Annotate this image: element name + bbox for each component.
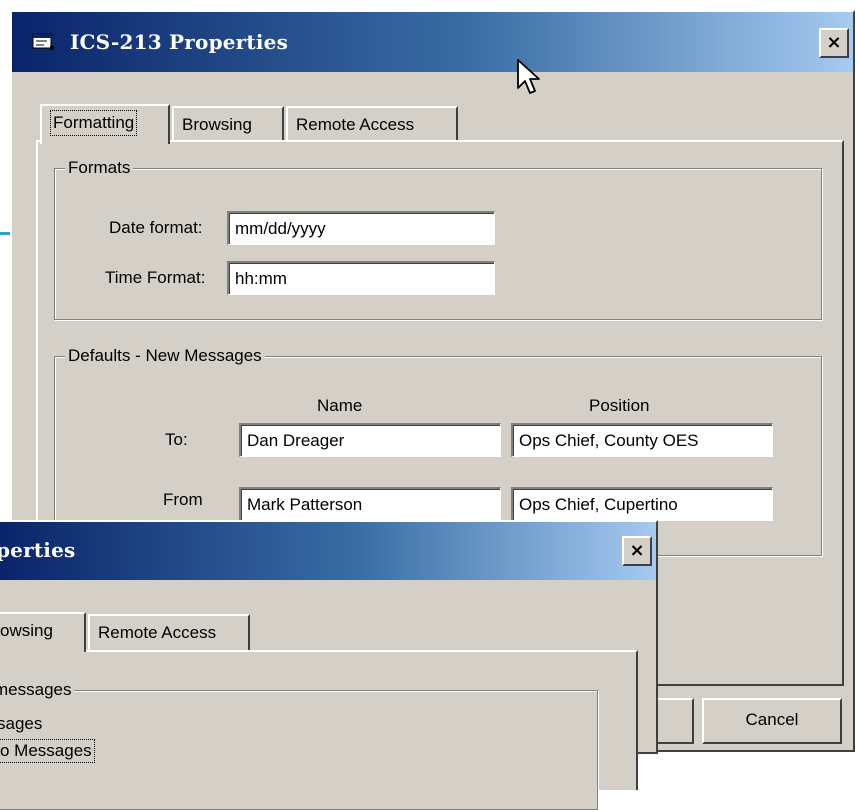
date-format-input[interactable] [227, 211, 495, 245]
time-format-input[interactable] [227, 261, 495, 295]
name-column-header: Name [317, 396, 363, 415]
position-column-header: Position [589, 396, 650, 415]
to-label: To: [165, 430, 188, 449]
from-position-input[interactable] [511, 487, 773, 521]
tab-formatting[interactable]: Formatting [40, 104, 170, 144]
second-tab-browsing-label: owsing [0, 621, 53, 640]
messages-option-1[interactable]: sages [0, 713, 42, 735]
close-icon: × [629, 540, 645, 561]
title-bar[interactable]: ICS-213 Properties × [12, 12, 853, 72]
tab-remote-access-label: Remote Access [296, 115, 415, 134]
messages-group: messages sages o Messages [0, 679, 598, 810]
second-tab-remote-access-label: Remote Access [98, 623, 217, 642]
second-tab-remote-access[interactable]: Remote Access [88, 614, 250, 654]
formats-group-legend: Formats [65, 157, 134, 179]
messages-group-legend: messages [0, 679, 75, 701]
ok-button-partial[interactable] [652, 698, 694, 744]
second-tab-panel: messages sages o Messages [0, 650, 638, 810]
date-format-label: Date format: [109, 218, 203, 237]
second-window-title: perties [0, 538, 76, 562]
cancel-button[interactable]: Cancel [702, 698, 842, 744]
second-tab-browsing[interactable]: owsing [0, 612, 86, 652]
tab-formatting-label: Formatting [50, 110, 138, 136]
second-title-bar[interactable]: perties × [0, 522, 656, 580]
cancel-button-label: Cancel [745, 710, 799, 729]
close-icon: × [826, 32, 842, 53]
formats-group: Formats Date format: Time Format: [54, 157, 822, 320]
second-properties-window: perties × owsing Remote Access messages … [0, 520, 658, 810]
window-title: ICS-213 Properties [70, 30, 289, 54]
mouse-pointer-icon [517, 59, 540, 94]
from-name-input[interactable] [239, 487, 501, 521]
defaults-group-legend: Defaults - New Messages [65, 345, 265, 367]
tab-browsing-label: Browsing [182, 115, 252, 134]
second-close-button[interactable]: × [622, 536, 652, 566]
to-name-input[interactable] [239, 423, 501, 457]
messages-option-2[interactable]: o Messages [0, 739, 95, 763]
time-format-label: Time Format: [105, 268, 206, 287]
window-app-icon [32, 33, 54, 50]
from-label: From [163, 490, 203, 509]
to-position-input[interactable] [511, 423, 773, 457]
close-button[interactable]: × [819, 28, 849, 58]
